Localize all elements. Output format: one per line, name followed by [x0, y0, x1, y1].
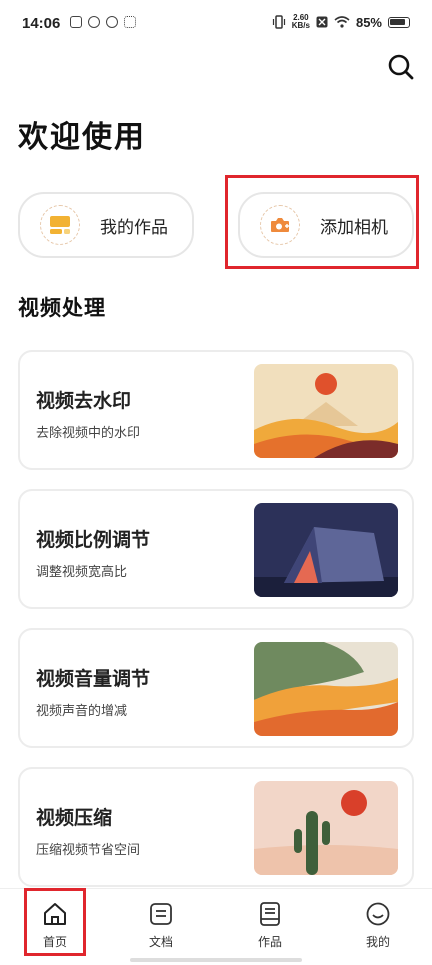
notification-icons	[70, 16, 136, 28]
battery-text: 85%	[355, 14, 382, 30]
search-button[interactable]	[386, 52, 416, 82]
nav-documents[interactable]: 文档	[131, 889, 191, 959]
works-book-icon	[260, 902, 280, 926]
tent-night-illustration	[254, 503, 398, 597]
net-speed-unit: KB/s	[291, 21, 310, 30]
works-icon	[50, 216, 70, 234]
nav-documents-label: 文档	[148, 935, 173, 949]
cactus-sun-illustration	[254, 781, 398, 875]
search-icon	[388, 54, 414, 80]
feature-title: 视频音量调节	[36, 668, 151, 690]
status-right: 2.60 KB/s 85%	[272, 14, 410, 30]
notification-icon	[124, 16, 136, 28]
feature-title: 视频比例调节	[36, 529, 151, 551]
status-bar: 14:06 2.60 KB/s 85%	[0, 0, 432, 50]
feature-card-aspect[interactable]: 视频比例调节 调整视频宽高比	[18, 489, 414, 609]
feature-subtitle: 视频声音的增减	[36, 704, 128, 719]
status-time: 14:06	[22, 15, 61, 32]
gesture-bar	[130, 958, 302, 962]
section-title: 视频处理	[18, 296, 106, 320]
net-speed: 2.60 KB/s	[292, 14, 310, 30]
battery-icon	[388, 16, 410, 28]
feature-subtitle: 调整视频宽高比	[36, 565, 128, 580]
notification-icon	[70, 16, 82, 28]
feature-card-compress[interactable]: 视频压缩 压缩视频节省空间	[18, 767, 414, 887]
notification-icon	[88, 16, 100, 28]
nav-profile-label: 我的	[365, 935, 390, 949]
profile-smile-icon	[366, 902, 390, 926]
feature-card-volume[interactable]: 视频音量调节 视频声音的增减	[18, 628, 414, 748]
sim-icon	[316, 16, 328, 28]
highlight-annotation	[24, 888, 86, 956]
nav-works-label: 作品	[257, 935, 282, 949]
vibrate-icon	[272, 15, 285, 29]
my-works-button[interactable]: 我的作品	[18, 192, 194, 258]
feature-subtitle: 去除视频中的水印	[36, 426, 141, 441]
nav-profile[interactable]: 我的	[348, 889, 408, 959]
wifi-icon	[334, 16, 350, 28]
feature-title: 视频压缩	[36, 807, 113, 829]
hills-waves-illustration	[254, 642, 398, 736]
notification-icon	[106, 16, 118, 28]
my-works-label: 我的作品	[100, 217, 168, 238]
feature-subtitle: 压缩视频节省空间	[36, 843, 141, 858]
nav-works[interactable]: 作品	[240, 889, 300, 959]
highlight-annotation	[225, 175, 419, 269]
page-title: 欢迎使用	[18, 120, 146, 155]
feature-card-watermark[interactable]: 视频去水印 去除视频中的水印	[18, 350, 414, 470]
document-icon	[150, 903, 172, 925]
feature-title: 视频去水印	[36, 390, 132, 412]
works-icon-wrap	[40, 205, 80, 245]
desert-sun-illustration	[254, 364, 398, 458]
